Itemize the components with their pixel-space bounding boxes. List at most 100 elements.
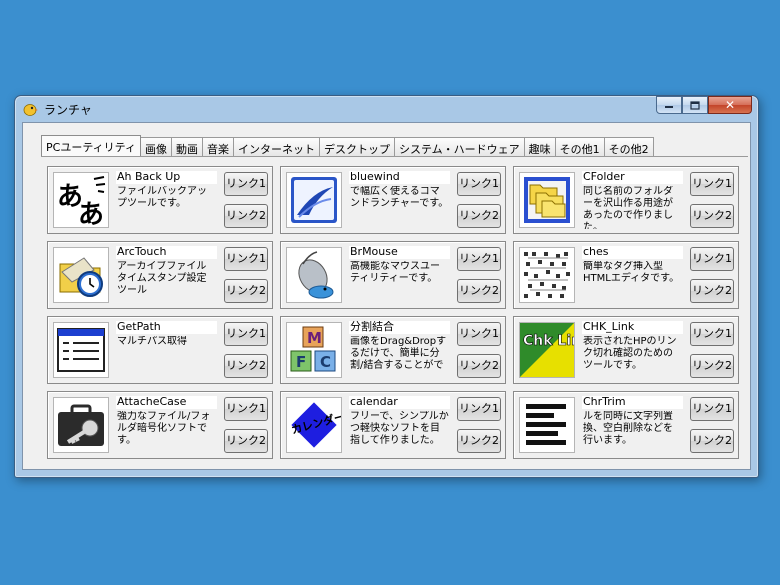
- app-description: 表示されたHPのリンク切れ確認のためのツールです。: [583, 336, 677, 371]
- ah-backup-icon[interactable]: あ あ: [53, 172, 109, 228]
- link1-button[interactable]: リンク1: [224, 397, 268, 421]
- bunkatsu-letter-f: F: [296, 353, 306, 371]
- app-card-attachecase: AttacheCase 強力なファイル/フォルダ暗号化ソフトです。 リンク1 リ…: [47, 391, 273, 459]
- link1-button[interactable]: リンク1: [457, 397, 501, 421]
- app-description: フリーで、シンプルかつ軽快なソフトを目指して作りました。: [350, 411, 449, 446]
- link2-button[interactable]: リンク2: [224, 354, 268, 378]
- tab-hobby[interactable]: 趣味: [523, 137, 556, 156]
- app-name: BrMouse: [349, 246, 450, 259]
- app-card-calendar: カレンダー calendar フリーで、シンプルかつ軽快なソフトを目指して作りま…: [280, 391, 506, 459]
- app-name: AttacheCase: [116, 396, 217, 409]
- ah-backup-art: あ あ: [54, 173, 108, 227]
- bunkatsu-icon[interactable]: M F C: [286, 322, 342, 378]
- getpath-icon[interactable]: [53, 322, 109, 378]
- link2-button[interactable]: リンク2: [457, 429, 501, 453]
- app-name: calendar: [349, 396, 450, 409]
- bluewind-art: [291, 177, 337, 223]
- link1-button[interactable]: リンク1: [224, 322, 268, 346]
- arctouch-art: [59, 257, 103, 297]
- app-card-getpath: GetPath マルチパス取得 リンク1 リンク2: [47, 316, 273, 384]
- client-area: PCユーティリティ 画像 動画 音楽 インターネット デスクトップ システム・ハ…: [22, 122, 751, 470]
- caption-buttons: ✕: [656, 96, 752, 115]
- attachecase-icon[interactable]: [53, 397, 109, 453]
- link2-button[interactable]: リンク2: [224, 279, 268, 303]
- getpath-art: [57, 328, 105, 372]
- link1-button[interactable]: リンク1: [457, 172, 501, 196]
- app-card-chk-link: Chk Link CHK_Link 表示されたHPのリンク切れ確認のためのツール…: [513, 316, 739, 384]
- link2-button[interactable]: リンク2: [690, 279, 734, 303]
- link2-button[interactable]: リンク2: [224, 204, 268, 228]
- tab-desktop[interactable]: デスクトップ: [319, 137, 395, 156]
- chrtrim-icon[interactable]: [519, 397, 575, 453]
- ches-art: [520, 248, 574, 302]
- minimize-icon: [665, 106, 673, 108]
- maximize-button[interactable]: [682, 96, 708, 114]
- category-tabs: PCユーティリティ 画像 動画 音楽 インターネット デスクトップ システム・ハ…: [41, 135, 654, 157]
- link2-button[interactable]: リンク2: [690, 204, 734, 228]
- close-button[interactable]: ✕: [708, 96, 752, 114]
- app-name: ChrTrim: [582, 396, 683, 409]
- calendar-icon[interactable]: カレンダー: [286, 397, 342, 453]
- app-card-bluewind: bluewind で幅広く使えるコマンドランチャーです。 リンク1 リンク2: [280, 166, 506, 234]
- app-description: マルチパス取得: [117, 336, 187, 347]
- app-card-cfolder: CFolder 同じ名前のフォルダーを沢山作る用途があったので作りました。 リン…: [513, 166, 739, 234]
- app-name: ches: [582, 246, 683, 259]
- title-bar[interactable]: ランチャ ✕: [15, 96, 758, 122]
- app-name: CHK_Link: [582, 321, 683, 334]
- link1-button[interactable]: リンク1: [690, 247, 734, 271]
- arctouch-icon[interactable]: [53, 247, 109, 303]
- link2-button[interactable]: リンク2: [224, 429, 268, 453]
- app-name: GetPath: [116, 321, 217, 334]
- tab-other-1[interactable]: その他1: [554, 137, 605, 156]
- link2-button[interactable]: リンク2: [690, 429, 734, 453]
- app-card-bunkatsu-ketsugou: M F C 分割結合 画像をDrag&Dropするだけで、簡単に分割/結合するこ…: [280, 316, 506, 384]
- link2-button[interactable]: リンク2: [690, 354, 734, 378]
- calendar-art: カレンダー: [290, 402, 341, 448]
- app-description: 画像をDrag&Dropするだけで、簡単に分割/結合することがで: [350, 336, 447, 371]
- cfolder-art: [524, 177, 570, 223]
- link2-button[interactable]: リンク2: [457, 354, 501, 378]
- cfolder-icon[interactable]: [519, 172, 575, 228]
- app-description: ファイルバックアップツールです。: [117, 186, 207, 209]
- chklink-text: Chk Link: [523, 333, 574, 349]
- link1-button[interactable]: リンク1: [690, 322, 734, 346]
- bunkatsu-art: M F C: [290, 326, 336, 372]
- tab-system-hardware[interactable]: システム・ハードウェア: [394, 137, 525, 156]
- tab-divider: [41, 156, 748, 157]
- tab-other-2[interactable]: その他2: [603, 137, 654, 156]
- ches-icon[interactable]: [519, 247, 575, 303]
- app-card-ah-back-up: あ あ Ah Back Up ファイルバックアップツールです。 リンク1 リンク…: [47, 166, 273, 234]
- app-name: bluewind: [349, 171, 450, 184]
- link1-button[interactable]: リンク1: [457, 247, 501, 271]
- attachecase-art: [58, 404, 104, 446]
- link2-button[interactable]: リンク2: [457, 204, 501, 228]
- app-bird-icon: [23, 104, 38, 116]
- link2-button[interactable]: リンク2: [457, 279, 501, 303]
- tab-pc-utility[interactable]: PCユーティリティ: [41, 135, 141, 156]
- minimize-button[interactable]: [656, 96, 682, 114]
- window-title: ランチャ: [44, 103, 92, 117]
- app-description: アーカイブファイル タイムスタンプ設定ツール: [117, 261, 207, 296]
- app-card-chrtrim: ChrTrim ルを同時に文字列置換、空白削除などを行います。 リンク1 リンク…: [513, 391, 739, 459]
- tab-video[interactable]: 動画: [171, 137, 203, 156]
- app-description: 同じ名前のフォルダーを沢山作る用途があったので作りました。: [583, 186, 673, 229]
- launcher-window: ランチャ ✕ PCユーティリティ 画像 動画 音楽 インターネット デスクトップ…: [14, 95, 759, 478]
- app-name: 分割結合: [349, 321, 450, 334]
- chklink-art: Chk Link: [520, 323, 574, 377]
- app-card-ches: ches 簡単なタグ挿入型HTMLエディタです。 リンク1 リンク2: [513, 241, 739, 309]
- link1-button[interactable]: リンク1: [690, 397, 734, 421]
- app-description: で幅広く使えるコマンドランチャーです。: [350, 186, 449, 209]
- close-icon: ✕: [724, 98, 736, 112]
- link1-button[interactable]: リンク1: [224, 172, 268, 196]
- app-card-brmouse: BrMouse 高機能なマウスユーティリティーです。 リンク1 リンク2: [280, 241, 506, 309]
- link1-button[interactable]: リンク1: [457, 322, 501, 346]
- brmouse-icon[interactable]: [286, 247, 342, 303]
- tab-internet[interactable]: インターネット: [233, 137, 320, 156]
- bluewind-icon[interactable]: [286, 172, 342, 228]
- chklink-icon[interactable]: Chk Link: [519, 322, 575, 378]
- link1-button[interactable]: リンク1: [690, 172, 734, 196]
- app-grid: あ あ Ah Back Up ファイルバックアップツールです。 リンク1 リンク…: [47, 166, 739, 459]
- tab-music[interactable]: 音楽: [202, 137, 234, 156]
- tab-image[interactable]: 画像: [140, 137, 172, 156]
- link1-button[interactable]: リンク1: [224, 247, 268, 271]
